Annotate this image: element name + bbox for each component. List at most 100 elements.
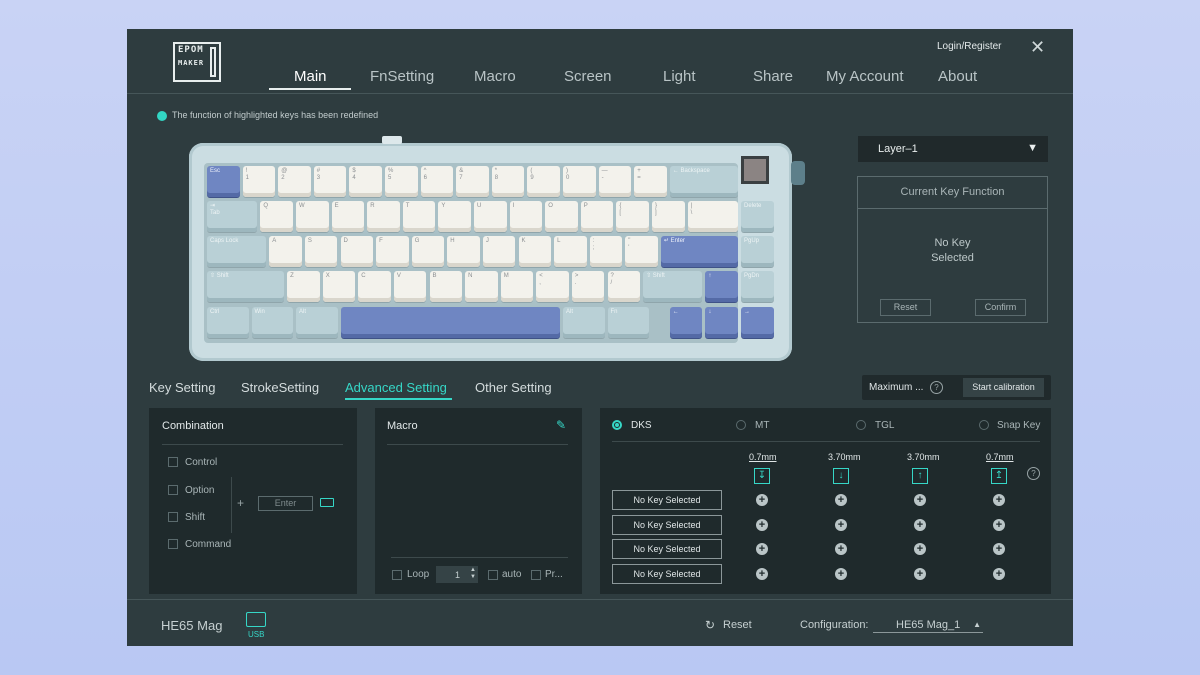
key-row1-12[interactable]: + =	[634, 166, 667, 197]
key-row2-12[interactable]: } ]	[652, 201, 685, 232]
key-row1-9[interactable]: ( 9	[527, 166, 560, 197]
key-row3-5[interactable]: G	[411, 236, 445, 267]
add-action-icon[interactable]: +	[756, 518, 768, 531]
key-row3-10[interactable]: : ;	[589, 236, 623, 267]
auto-checkbox[interactable]	[488, 570, 498, 580]
dks-help-icon[interactable]: ?	[1027, 467, 1040, 480]
dks-stage-icon-1[interactable]: ↓	[833, 468, 849, 484]
keyboard-icon[interactable]	[320, 498, 334, 507]
key-row3-6[interactable]: H	[447, 236, 480, 267]
key-row1-7[interactable]: & 7	[456, 166, 489, 197]
key-row2-11[interactable]: { [	[616, 201, 649, 232]
key-row3-0[interactable]: Caps Lock	[207, 236, 267, 267]
dks-stage-icon-0[interactable]: ↧	[754, 468, 770, 484]
volume-dial-icon[interactable]	[791, 161, 805, 185]
add-action-icon[interactable]: +	[835, 543, 847, 555]
key-row1-2[interactable]: @ 2	[278, 166, 311, 197]
dks-stage-icon-3[interactable]: ↥	[991, 468, 1007, 484]
key-row3-4[interactable]: F	[376, 236, 409, 267]
key-row1-5[interactable]: % 5	[385, 166, 418, 197]
key-row1-4[interactable]: $ 4	[349, 166, 382, 197]
dks-key-slot-0[interactable]: No Key Selected	[612, 490, 722, 510]
nav-share[interactable]: Share	[753, 68, 793, 85]
key-row4-2[interactable]: X	[322, 271, 356, 302]
key-row4-0[interactable]: ⇧ Shift	[207, 271, 285, 302]
mt-radio[interactable]	[736, 420, 746, 430]
nav-about[interactable]: About	[938, 68, 977, 85]
snap-key-radio[interactable]	[979, 420, 989, 430]
edit-pencil-icon[interactable]: ✎	[556, 418, 566, 432]
key-row5-3[interactable]	[340, 307, 560, 338]
dks-key-slot-1[interactable]: No Key Selected	[612, 514, 722, 535]
control-checkbox[interactable]	[168, 457, 178, 467]
nav-my-account[interactable]: My Account	[826, 68, 904, 85]
tab-key-setting[interactable]: Key Setting	[149, 380, 216, 395]
key-row2-2[interactable]: W	[296, 201, 329, 232]
key-row3-2[interactable]: S	[304, 236, 338, 267]
key-row5-7[interactable]: ↓	[705, 307, 738, 338]
key-row4-6[interactable]: N	[465, 271, 498, 302]
add-action-icon[interactable]: +	[993, 494, 1005, 506]
pr-checkbox[interactable]	[531, 570, 541, 580]
key-row1-3[interactable]: # 3	[313, 166, 347, 197]
key-row3-1[interactable]: A	[269, 236, 302, 267]
add-action-icon[interactable]: +	[835, 494, 847, 506]
tgl-radio[interactable]	[856, 420, 866, 430]
dks-stage-icon-2[interactable]: ↑	[912, 468, 928, 484]
key-row2-7[interactable]: U	[474, 201, 507, 232]
key-row5-8[interactable]: →	[741, 307, 774, 338]
shift-checkbox[interactable]	[168, 512, 178, 522]
help-icon[interactable]: ?	[930, 381, 943, 394]
combination-key-input[interactable]: Enter	[258, 496, 313, 511]
start-calibration-button[interactable]: Start calibration	[963, 378, 1044, 397]
dks-key-slot-2[interactable]: No Key Selected	[612, 539, 722, 559]
add-action-icon[interactable]: +	[914, 567, 926, 580]
key-row4-1[interactable]: Z	[287, 271, 320, 302]
key-row2-1[interactable]: Q	[260, 201, 293, 232]
add-action-icon[interactable]: +	[835, 518, 847, 531]
nav-light[interactable]: Light	[663, 68, 696, 85]
key-row1-8[interactable]: * 8	[491, 166, 525, 197]
key-row2-3[interactable]: E	[331, 201, 365, 232]
nav-fnsetting[interactable]: FnSetting	[370, 68, 434, 85]
key-row2-8[interactable]: I	[509, 201, 543, 232]
key-row3-7[interactable]: J	[482, 236, 516, 267]
key-row4-11[interactable]: ⇧ Shift	[643, 271, 703, 302]
key-row4-9[interactable]: > .	[571, 271, 605, 302]
key-row4-3[interactable]: C	[358, 271, 391, 302]
loop-count-input[interactable]: 1 ▲ ▼	[436, 566, 478, 583]
add-action-icon[interactable]: +	[993, 543, 1005, 555]
key-row5-2[interactable]: Alt	[296, 307, 338, 338]
key-row2-0[interactable]: ⇥ Tab	[207, 201, 258, 232]
footer-reset-button[interactable]: Reset	[723, 619, 752, 631]
key-row2-14[interactable]: Delete	[741, 201, 774, 232]
tab-stroke-setting[interactable]: StrokeSetting	[241, 380, 319, 395]
key-row1-13[interactable]: ← Backspace	[669, 166, 738, 197]
key-row3-11[interactable]: " '	[625, 236, 658, 267]
screen-knob-icon[interactable]	[741, 156, 769, 184]
maximum-travel-select[interactable]: Maximum ...	[869, 382, 923, 393]
key-row5-5[interactable]: Fn	[607, 307, 649, 338]
add-action-icon[interactable]: +	[914, 518, 926, 531]
key-row5-4[interactable]: Alt	[563, 307, 605, 338]
stepper-icon[interactable]: ▲ ▼	[470, 567, 476, 581]
key-row2-10[interactable]: P	[580, 201, 614, 232]
command-checkbox[interactable]	[168, 539, 178, 549]
nav-screen[interactable]: Screen	[564, 68, 612, 85]
add-action-icon[interactable]: +	[756, 494, 768, 506]
key-row4-13[interactable]: PgDn	[741, 271, 774, 302]
add-action-icon[interactable]: +	[993, 567, 1005, 580]
tab-advanced-setting[interactable]: Advanced Setting	[345, 380, 447, 395]
key-row1-1[interactable]: ! 1	[242, 166, 276, 197]
key-row5-0[interactable]: Ctrl	[207, 307, 249, 338]
dks-key-slot-3[interactable]: No Key Selected	[612, 563, 722, 584]
key-row2-13[interactable]: | \	[687, 201, 738, 232]
key-row4-4[interactable]: V	[393, 271, 427, 302]
key-row3-13[interactable]: PgUp	[741, 236, 774, 267]
loop-checkbox[interactable]	[392, 570, 402, 580]
key-row4-10[interactable]: ? /	[607, 271, 641, 302]
login-register-link[interactable]: Login/Register	[937, 41, 1001, 52]
key-row5-1[interactable]: Win	[251, 307, 293, 338]
nav-macro[interactable]: Macro	[474, 68, 516, 85]
key-row2-4[interactable]: R	[367, 201, 400, 232]
